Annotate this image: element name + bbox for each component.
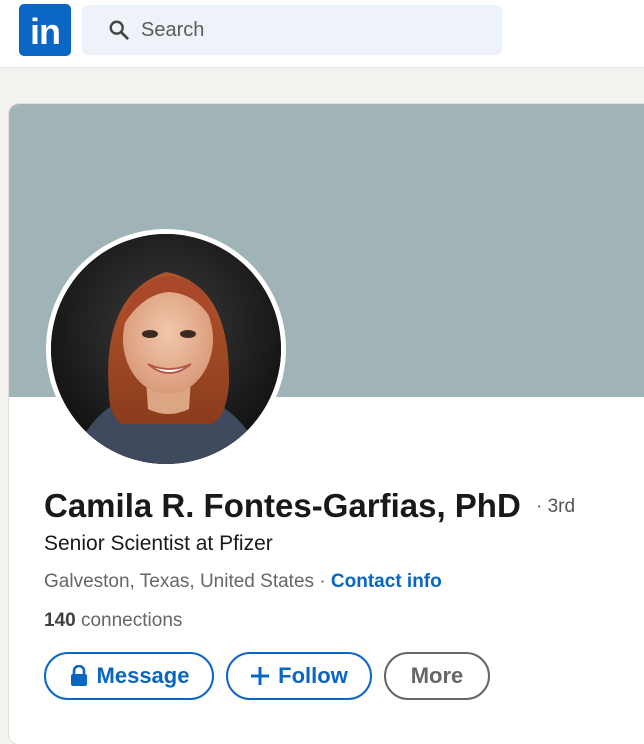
avatar-photo <box>51 234 281 464</box>
more-button[interactable]: More <box>384 652 490 700</box>
linkedin-logo[interactable]: in <box>19 4 71 56</box>
connections-label: connections <box>80 610 183 631</box>
search-input[interactable]: Search <box>82 5 502 55</box>
profile-card: Camila R. Fontes-Garfias, PhD · 3rd Seni… <box>9 104 644 744</box>
message-button[interactable]: Message <box>44 652 214 700</box>
search-placeholder: Search <box>141 19 205 41</box>
top-navigation-bar: in Search <box>0 0 644 68</box>
profile-headline: Senior Scientist at Pfizer <box>44 532 273 555</box>
plus-icon <box>251 667 270 685</box>
connection-degree: · 3rd <box>536 496 576 517</box>
contact-info-link[interactable]: Contact info <box>331 571 442 592</box>
connections-count: 140 <box>44 610 81 631</box>
message-label: Message <box>96 663 190 688</box>
profile-name: Camila R. Fontes-Garfias, PhD <box>44 487 521 524</box>
follow-button[interactable]: Follow <box>226 652 372 700</box>
separator-dot: · <box>319 571 331 592</box>
more-label: More <box>410 663 464 688</box>
follow-label: Follow <box>278 663 348 688</box>
search-icon <box>109 20 129 40</box>
profile-avatar[interactable] <box>46 229 286 469</box>
profile-location: Galveston, Texas, United States <box>44 571 315 592</box>
location-row: Galveston, Texas, United States · Contac… <box>44 569 442 595</box>
lock-icon <box>70 665 87 686</box>
connections-row[interactable]: 140 connections <box>44 608 182 634</box>
